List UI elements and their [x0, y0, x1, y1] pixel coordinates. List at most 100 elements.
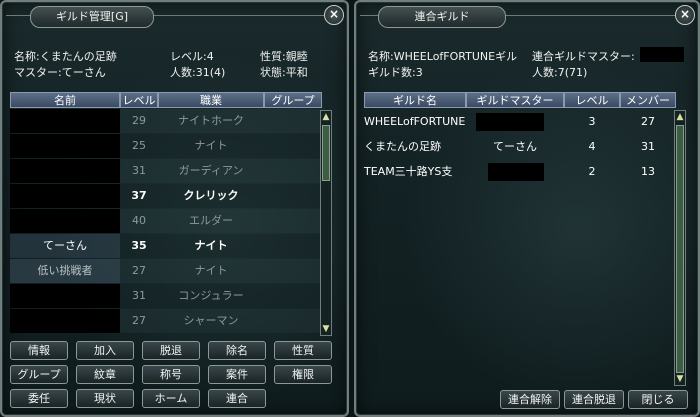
- member-level: 29: [132, 114, 146, 127]
- guild-members-cell: 13: [641, 165, 655, 178]
- column-header-guild-master[interactable]: ギルドマスター: [466, 92, 564, 108]
- member-job: コンジュラー: [178, 289, 244, 302]
- member-job: シャーマン: [183, 314, 239, 327]
- alliance-row[interactable]: WHEELofFORTUNE 3 27: [364, 110, 676, 134]
- member-name: [10, 284, 120, 308]
- column-header-name[interactable]: 名前: [10, 92, 120, 108]
- delegate-button[interactable]: 委任: [10, 389, 68, 408]
- title-button[interactable]: 称号: [142, 365, 200, 384]
- member-name: [10, 134, 120, 158]
- column-header-group[interactable]: グループ: [264, 92, 322, 108]
- guild-master-cell: てーさん: [493, 140, 537, 153]
- member-group: [264, 259, 322, 283]
- guild-management-window: ギルド管理[G] × 名称:くまたんの足跡 マスター:てーさん レベル:4 人数…: [0, 0, 349, 417]
- close-icon[interactable]: ×: [675, 5, 695, 25]
- member-name: [10, 159, 120, 183]
- scroll-up-icon[interactable]: ▲: [675, 112, 685, 122]
- guild-level-cell: 4: [588, 140, 596, 153]
- member-job: クレリック: [183, 189, 239, 202]
- member-name: 低い挑戦者: [10, 259, 120, 283]
- column-header-level[interactable]: レベル: [564, 92, 620, 108]
- member-table: 名前 レベル 職業 グループ 29 ナイトホーク 25 ナイト 31 ガーディアン 37 クレ…: [10, 92, 322, 336]
- member-job: ナイト: [194, 264, 228, 277]
- scroll-up-icon[interactable]: ▲: [321, 112, 331, 122]
- member-group: [264, 159, 322, 183]
- group-button[interactable]: グループ: [10, 365, 68, 384]
- alliance-guild-count: ギルド数:3: [368, 66, 423, 79]
- member-level: 40: [132, 214, 146, 227]
- alliance-scrollbar[interactable]: ▲ ▼: [674, 110, 686, 386]
- guild-name-cell: くまたんの足跡: [364, 140, 441, 153]
- member-row[interactable]: 37 クレリック: [10, 184, 322, 208]
- member-group: [264, 134, 322, 158]
- status-button[interactable]: 現状: [76, 389, 134, 408]
- close-button[interactable]: 閉じる: [628, 390, 688, 409]
- member-name: [10, 184, 120, 208]
- window-title: ギルド管理[G]: [30, 6, 154, 28]
- close-icon[interactable]: ×: [324, 5, 344, 25]
- authority-button[interactable]: 権限: [274, 365, 332, 384]
- nature-button[interactable]: 性質: [274, 341, 332, 360]
- column-header-level[interactable]: レベル: [120, 92, 158, 108]
- redacted-master-name: [476, 113, 544, 131]
- scroll-thumb[interactable]: [322, 125, 330, 181]
- column-header-guild-name[interactable]: ギルド名: [364, 92, 466, 108]
- column-header-members[interactable]: メンバー: [620, 92, 676, 108]
- scroll-down-icon[interactable]: ▼: [675, 374, 685, 384]
- alliance-row[interactable]: くまたんの足跡 てーさん 4 31: [364, 135, 676, 159]
- join-button[interactable]: 加入: [76, 341, 134, 360]
- member-job: ガーディアン: [178, 164, 244, 177]
- home-button[interactable]: ホーム: [142, 389, 200, 408]
- member-scrollbar[interactable]: ▲ ▼: [320, 110, 332, 336]
- column-header-job[interactable]: 職業: [158, 92, 264, 108]
- alliance-master: 連合ギルドマスター:: [532, 50, 635, 63]
- member-job: ナイトホーク: [178, 114, 244, 127]
- member-row[interactable]: 29 ナイトホーク: [10, 109, 322, 133]
- member-group: [264, 184, 322, 208]
- member-row[interactable]: 31 ガーディアン: [10, 159, 322, 183]
- scroll-down-icon[interactable]: ▼: [321, 324, 331, 334]
- guild-level-cell: 3: [588, 115, 596, 128]
- alliance-button[interactable]: 連合: [208, 389, 266, 408]
- member-row[interactable]: 27 シャーマン: [10, 309, 322, 333]
- member-row[interactable]: 31 コンジュラー: [10, 284, 322, 308]
- guild-state: 状態:平和: [260, 66, 308, 79]
- member-name: [10, 109, 120, 133]
- guild-name-cell: WHEELofFORTUNE: [364, 115, 466, 128]
- redacted-master-name: [640, 47, 684, 62]
- info-button[interactable]: 情報: [10, 341, 68, 360]
- member-group: [264, 209, 322, 233]
- alliance-name: 名称:WHEELofFORTUNEギル: [368, 50, 518, 63]
- leave-alliance-button[interactable]: 連合脱退: [564, 390, 624, 409]
- member-group: [264, 234, 322, 258]
- member-row[interactable]: 低い挑戦者 27 ナイト: [10, 259, 322, 283]
- guild-member-count: 人数:31(4): [170, 66, 226, 79]
- scroll-thumb[interactable]: [676, 125, 684, 373]
- member-level: 31: [132, 289, 146, 302]
- alliance-table: ギルド名 ギルドマスター レベル メンバー WHEELofFORTUNE 3 27 く…: [364, 92, 676, 382]
- guild-master: マスター:てーさん: [14, 66, 106, 79]
- matter-button[interactable]: 案件: [208, 365, 266, 384]
- leave-button[interactable]: 脱退: [142, 341, 200, 360]
- member-job: ナイト: [194, 239, 228, 252]
- member-group: [264, 309, 322, 333]
- alliance-member-count: 人数:7(71): [532, 66, 588, 79]
- alliance-row[interactable]: TEAM三十路YS支 2 13: [364, 160, 676, 184]
- window-title: 連合ギルド: [378, 6, 506, 28]
- member-row[interactable]: 25 ナイト: [10, 134, 322, 158]
- member-level: 31: [132, 164, 146, 177]
- guild-level-cell: 2: [588, 165, 596, 178]
- member-group: [264, 109, 322, 133]
- member-level: 27: [132, 314, 146, 327]
- crest-button[interactable]: 紋章: [76, 365, 134, 384]
- member-row[interactable]: てーさん 35 ナイト: [10, 234, 322, 258]
- member-job: ナイト: [194, 139, 228, 152]
- member-row[interactable]: 40 エルダー: [10, 209, 322, 233]
- member-group: [264, 284, 322, 308]
- dissolve-alliance-button[interactable]: 連合解除: [500, 390, 560, 409]
- expel-button[interactable]: 除名: [208, 341, 266, 360]
- member-level: 25: [132, 139, 146, 152]
- guild-members-cell: 27: [641, 115, 655, 128]
- member-name: てーさん: [10, 234, 120, 258]
- member-name: [10, 309, 120, 333]
